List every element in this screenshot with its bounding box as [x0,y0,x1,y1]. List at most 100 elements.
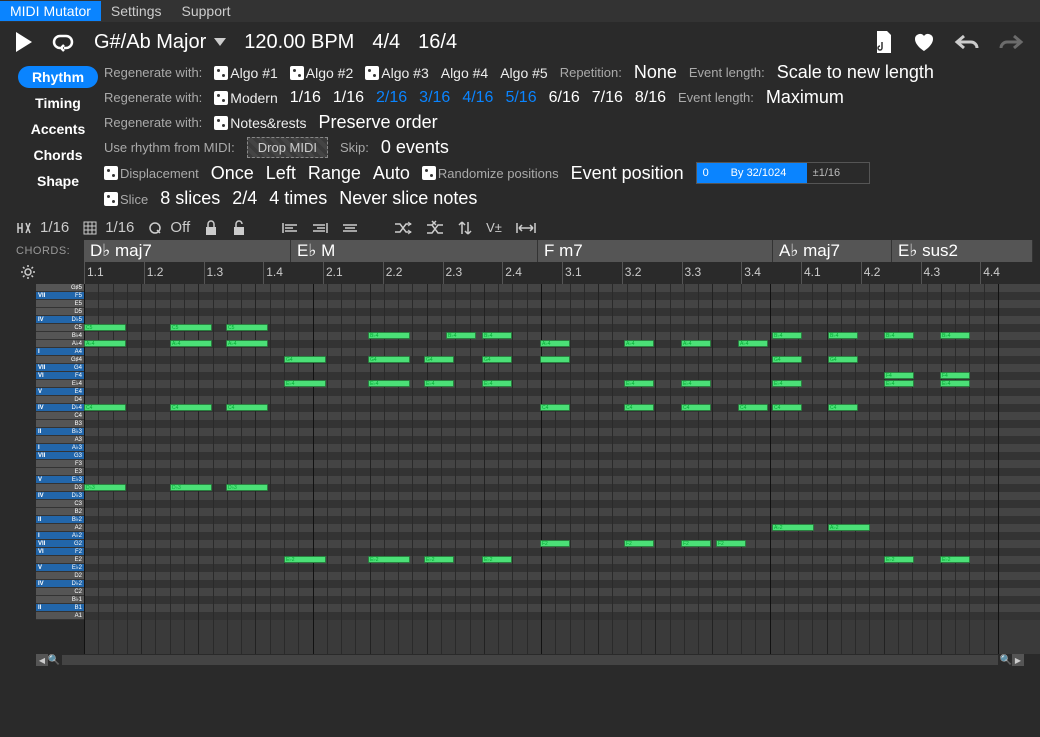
midi-note[interactable]: F2 [681,540,711,547]
key-row[interactable]: VIIG2 [36,540,84,548]
disp-left[interactable]: Left [266,163,296,184]
tab-support[interactable]: Support [172,1,241,21]
horizontal-scroll[interactable]: ◀ 🔍 🔍 ▶ [0,654,1040,666]
loop-button[interactable] [50,32,76,52]
randomize-slider[interactable]: 0 By 32/1024 ±1/16 [696,162,870,184]
midi-note[interactable]: C4 [624,404,654,411]
midi-note[interactable]: E♭2 [368,556,410,563]
piano-roll[interactable]: C5C5C5A♭4A♭4A♭4B♭4B♭4B♭4G4G4G4G4E♭4E♭4E♭… [84,284,1040,654]
chord-cell[interactable]: E♭ sus2 [892,240,1033,262]
key-row[interactable]: VE♭2 [36,564,84,572]
key-row[interactable]: E5 [36,300,84,308]
shuffle-cancel-icon[interactable] [426,220,444,236]
sidetab-chords[interactable]: Chords [20,144,97,166]
key-row[interactable]: VIIF5 [36,292,84,300]
midi-note[interactable]: F4 [884,372,914,379]
bpm-display[interactable]: 120.00 BPM [244,31,354,54]
midi-note[interactable]: E♭4 [424,380,454,387]
rand-value[interactable]: Event position [571,163,684,184]
slice[interactable]: Slice [104,191,148,207]
displacement[interactable]: Displacement [104,165,199,181]
quantize[interactable]: Off [148,219,190,236]
frac-2[interactable]: 2/16 [376,89,407,107]
align-center-icon[interactable] [342,222,358,234]
zoom-out-icon[interactable]: 🔍 [48,654,60,666]
midi-note[interactable]: B♭4 [828,332,858,339]
midi-note[interactable]: G4 [368,356,410,363]
midi-note[interactable]: B♭4 [884,332,914,339]
snap-1[interactable]: 1/16 [16,219,69,236]
timesig-display[interactable]: 4/4 [372,31,400,54]
key-row[interactable]: E3 [36,468,84,476]
algo-2[interactable]: Algo #2 [290,65,353,81]
mode-modern[interactable]: Modern [214,90,277,106]
key-row[interactable]: B3 [36,420,84,428]
key-row[interactable]: IA4 [36,348,84,356]
midi-note[interactable]: C4 [772,404,802,411]
frac-1[interactable]: 1/16 [333,89,364,107]
disp-range[interactable]: Range [308,163,361,184]
len2-value[interactable]: Maximum [766,87,844,108]
midi-note[interactable]: A♭4 [738,340,768,347]
key-row[interactable]: IIB♭3 [36,428,84,436]
timeline-ruler[interactable]: 1.11.21.31.42.12.22.32.43.13.23.33.44.14… [0,262,1040,284]
midi-note[interactable]: E♭2 [940,556,970,563]
key-row[interactable]: G♯4 [36,356,84,364]
midi-note[interactable]: G4 [828,356,858,363]
midi-note[interactable]: G4 [284,356,326,363]
gear-icon[interactable] [20,264,36,280]
key-row[interactable]: IVD♭5 [36,316,84,324]
midi-note[interactable]: C4 [681,404,711,411]
unlock-icon[interactable] [232,220,246,236]
midi-note[interactable]: G4 [772,356,802,363]
midi-note[interactable]: F2 [540,540,570,547]
slice-c[interactable]: Never slice notes [339,188,477,209]
midi-note[interactable]: D♭3 [226,484,268,491]
midi-note[interactable]: B♭4 [482,332,512,339]
key-row[interactable]: C5 [36,324,84,332]
midi-note[interactable]: C4 [84,404,126,411]
len1-value[interactable]: Scale to new length [777,62,934,83]
midi-note[interactable]: B♭4 [368,332,410,339]
midi-note[interactable]: E♭4 [368,380,410,387]
redo-icon[interactable] [998,33,1024,51]
key-row[interactable]: B♭4 [36,332,84,340]
align-left-icon[interactable] [282,222,298,234]
play-button[interactable] [16,32,32,52]
algo-3[interactable]: Algo #3 [365,65,428,81]
midi-note[interactable]: G4 [424,356,454,363]
key-row[interactable]: IA♭3 [36,444,84,452]
key-row[interactable]: VE♭3 [36,476,84,484]
key-row[interactable]: B2 [36,508,84,516]
key-row[interactable]: VIF4 [36,372,84,380]
slice-a[interactable]: 2/4 [232,188,257,209]
key-row[interactable]: C3 [36,500,84,508]
key-row[interactable]: G♯5 [36,284,84,292]
key-row[interactable]: A1 [36,612,84,620]
key-select[interactable]: G#/Ab Major [94,31,226,54]
randomize[interactable]: Randomize positions [422,165,559,181]
frac-7[interactable]: 7/16 [592,89,623,107]
keys-column[interactable]: G♯5VIIF5E5D5IVD♭5C5B♭4A♭4IA4G♯4VIIG4VIF4… [36,284,84,654]
chord-cell[interactable]: D♭ maj7 [84,240,291,262]
key-row[interactable]: IIB♭2 [36,516,84,524]
slice-b[interactable]: 4 times [269,188,327,209]
preserve-order[interactable]: Preserve order [319,112,438,133]
key-row[interactable]: IVD♭2 [36,580,84,588]
midi-note[interactable]: D♭3 [84,484,126,491]
favorite-icon[interactable] [912,31,936,53]
key-row[interactable]: VE4 [36,388,84,396]
midi-note[interactable]: F2 [624,540,654,547]
midi-note[interactable]: B♭4 [446,332,476,339]
lock-icon[interactable] [204,220,218,236]
velocity-icon[interactable]: V± [486,220,502,235]
slice-count[interactable]: 8 slices [160,188,220,209]
rep-value[interactable]: None [634,62,677,83]
frac-8[interactable]: 8/16 [635,89,666,107]
frac-5[interactable]: 5/16 [505,89,536,107]
chord-cell[interactable]: F m7 [538,240,773,262]
key-row[interactable]: A♭4 [36,340,84,348]
midi-note[interactable]: A♭2 [772,524,814,531]
key-row[interactable]: VIIG3 [36,452,84,460]
tab-midi-mutator[interactable]: MIDI Mutator [0,1,101,21]
